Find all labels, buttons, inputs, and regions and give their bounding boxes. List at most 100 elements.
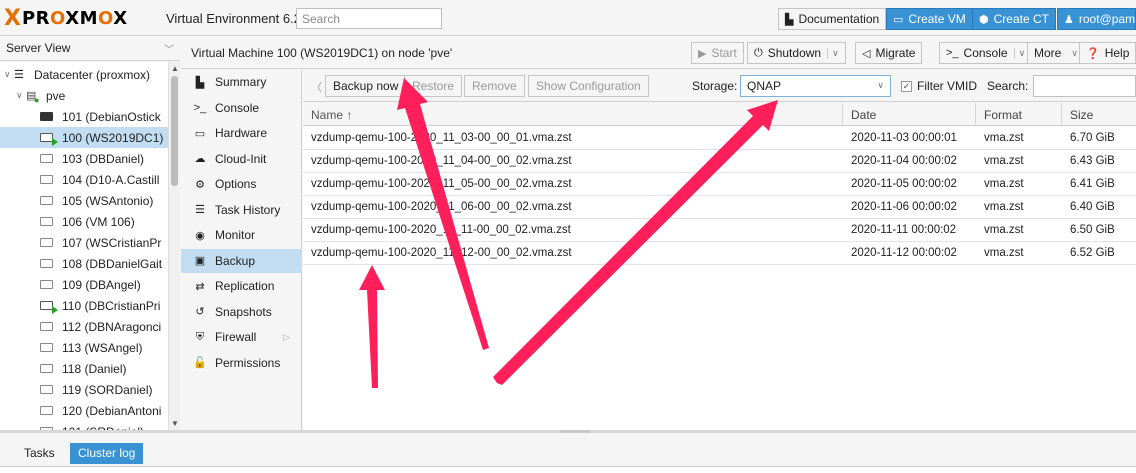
- submenu-item-backup[interactable]: ▣ Backup: [181, 248, 302, 273]
- table-row[interactable]: vzdump-qemu-100-2020_11_03-00_00_01.vma.…: [303, 127, 1136, 150]
- submenu-item-options[interactable]: ⚙ Options: [181, 172, 302, 196]
- help-button[interactable]: ❓ Help: [1079, 42, 1136, 64]
- restore-button[interactable]: Restore: [404, 75, 463, 97]
- tree-item-vm[interactable]: 108 (DBDanielGait: [0, 253, 168, 274]
- tree-item-node[interactable]: ∨ ▤ ● pve: [0, 85, 168, 106]
- submenu-item-label: Task History: [215, 202, 281, 217]
- submenu-item-label: Monitor: [215, 228, 256, 242]
- remove-button[interactable]: Remove: [464, 75, 525, 97]
- tree-item-vm[interactable]: 113 (WSAngel): [0, 337, 168, 358]
- table-row[interactable]: vzdump-qemu-100-2020_11_04-00_00_02.vma.…: [303, 150, 1136, 173]
- checkbox-checked-icon[interactable]: ✓: [901, 80, 912, 92]
- tree-item-vm[interactable]: 103 (DBDaniel): [0, 148, 168, 169]
- table-row[interactable]: vzdump-qemu-100-2020_11_05-00_00_02.vma.…: [303, 173, 1136, 196]
- column-header-format[interactable]: Format: [976, 103, 1062, 126]
- submenu-item-console[interactable]: >_ Console: [181, 96, 302, 120]
- vm-stopped-icon: [40, 196, 53, 205]
- chevron-down-icon[interactable]: ∨: [827, 47, 839, 59]
- tree-item-label: 120 (DebianAntoni: [62, 403, 162, 418]
- vm-stopped-icon: [40, 280, 53, 289]
- play-icon: ▶: [698, 47, 707, 60]
- vm-stopped-icon: [40, 175, 53, 184]
- global-search-input[interactable]: Search: [296, 8, 442, 29]
- submenu-item-snapshots[interactable]: ↺ Snapshots: [181, 300, 302, 324]
- tab-cluster-log[interactable]: Cluster log: [70, 443, 144, 464]
- backup-search-input[interactable]: [1033, 75, 1136, 97]
- tree-item-vm[interactable]: 106 (VM 106): [0, 211, 168, 232]
- submenu-item-label: Hardware: [215, 126, 268, 140]
- cell-size: 6.41 GiB: [1070, 178, 1115, 190]
- column-header-date[interactable]: Date: [843, 103, 976, 126]
- start-button[interactable]: ▶ Start: [691, 42, 744, 64]
- user-icon: ♟: [1064, 13, 1074, 26]
- tree-item-vm[interactable]: 107 (WSCristianPr: [0, 232, 168, 253]
- submenu-item-task-history[interactable]: ☰ Task History: [181, 198, 302, 222]
- tree-item-vm[interactable]: 100 (WS2019DC1): [0, 127, 168, 148]
- tree-item-label: 113 (WSAngel): [62, 340, 143, 355]
- table-row[interactable]: vzdump-qemu-100-2020_11_12-00_00_02.vma.…: [303, 242, 1136, 265]
- create-vm-button[interactable]: ▭ Create VM: [886, 8, 973, 30]
- chevron-right-icon: ▷: [283, 331, 290, 342]
- backup-now-button[interactable]: Backup now: [325, 75, 407, 97]
- submenu-item-summary[interactable]: ▙ Summary: [181, 70, 302, 94]
- tree-item-vm[interactable]: 109 (DBAngel): [0, 274, 168, 295]
- tree-item-vm[interactable]: 101 (DebianOstick: [0, 106, 168, 127]
- backup-toolbar: 〈 Backup now Restore Remove Show Configu…: [303, 70, 1136, 102]
- table-row[interactable]: vzdump-qemu-100-2020_11_06-00_00_02.vma.…: [303, 196, 1136, 219]
- console-button[interactable]: >_ Console ∨: [939, 42, 1033, 64]
- tree-item-vm[interactable]: 110 (DBCristianPri: [0, 295, 168, 316]
- tree-item-vm[interactable]: 121 (SRDaniel): [0, 421, 168, 430]
- create-ct-button[interactable]: ⬢ Create CT: [972, 8, 1056, 30]
- tree-item-label: 118 (Daniel): [62, 361, 127, 376]
- cell-name: vzdump-qemu-100-2020_11_04-00_00_02.vma.…: [311, 155, 572, 167]
- filter-vmid-checkbox[interactable]: ✓ Filter VMID: [901, 79, 977, 93]
- tree-item-vm[interactable]: 104 (D10-A.Castill: [0, 169, 168, 190]
- documentation-label: Documentation: [798, 12, 880, 26]
- shutdown-button[interactable]: ⏻ Shutdown ∨: [747, 42, 846, 64]
- tree-item-vm[interactable]: 112 (DBNAragonci: [0, 316, 168, 337]
- logo-wordmark: PROXMOX: [21, 7, 128, 29]
- submenu-item-label: Summary: [215, 75, 267, 89]
- submenu-item-monitor[interactable]: ◉ Monitor: [181, 223, 302, 247]
- vm-stopped-icon: [40, 217, 53, 226]
- scroll-down-icon[interactable]: ▼: [171, 419, 179, 428]
- cell-format: vma.zst: [984, 155, 1024, 167]
- user-menu-button[interactable]: ♟ root@pam: [1057, 8, 1136, 30]
- migrate-button[interactable]: ◁ Migrate: [855, 42, 923, 64]
- more-button[interactable]: More ∨: [1027, 42, 1085, 64]
- chevron-down-icon[interactable]: ∨: [877, 80, 884, 91]
- column-header-name[interactable]: Name ↑: [303, 103, 843, 126]
- tree-item-vm[interactable]: 119 (SORDaniel): [0, 379, 168, 400]
- resize-handle[interactable]: [560, 430, 590, 433]
- view-selector[interactable]: Server View ﹀: [0, 37, 180, 61]
- show-configuration-button[interactable]: Show Configuration: [528, 75, 649, 97]
- cell-date: 2020-11-04 00:00:02: [851, 155, 957, 167]
- cell-size: 6.50 GiB: [1070, 224, 1115, 236]
- column-header-size[interactable]: Size: [1062, 103, 1136, 126]
- submenu-item-cloud-init[interactable]: ☁ Cloud-Init: [181, 147, 302, 171]
- create-vm-label: Create VM: [908, 12, 966, 26]
- tree-item-label: 109 (DBAngel): [62, 277, 141, 292]
- scroll-up-icon[interactable]: ▲: [171, 64, 179, 73]
- submenu-item-permissions[interactable]: 🔓 Permissions: [181, 351, 302, 375]
- log-panel: Tasks Cluster log: [0, 430, 1136, 473]
- vm-stopped-icon: [40, 385, 53, 394]
- cell-format: vma.zst: [984, 178, 1024, 190]
- documentation-button[interactable]: ▙ Documentation: [778, 8, 887, 30]
- tree-scrollbar[interactable]: ▲ ▼: [168, 62, 180, 430]
- tree-item-vm[interactable]: 120 (DebianAntoni: [0, 400, 168, 421]
- storage-select[interactable]: QNAP ∨: [740, 75, 891, 97]
- tree-item-vm[interactable]: 105 (WSAntonio): [0, 190, 168, 211]
- chevron-left-icon[interactable]: 〈: [311, 79, 322, 95]
- tree-item-datacenter[interactable]: ∨ ☰ Datacenter (proxmox): [0, 64, 168, 85]
- scrollbar-thumb[interactable]: [171, 76, 178, 186]
- chevron-down-icon[interactable]: ∨: [1013, 47, 1025, 59]
- floppy-icon: ▣: [194, 255, 206, 267]
- table-row[interactable]: vzdump-qemu-100-2020_11_11-00_00_02.vma.…: [303, 219, 1136, 242]
- submenu-item-firewall[interactable]: ⛨ Firewall ▷: [181, 325, 302, 349]
- cloud-icon: ☁: [194, 153, 206, 165]
- submenu-item-replication[interactable]: ⇄ Replication: [181, 274, 302, 298]
- tree-item-vm[interactable]: 118 (Daniel): [0, 358, 168, 379]
- tab-tasks[interactable]: Tasks: [16, 443, 63, 464]
- submenu-item-hardware[interactable]: ▭ Hardware: [181, 121, 302, 145]
